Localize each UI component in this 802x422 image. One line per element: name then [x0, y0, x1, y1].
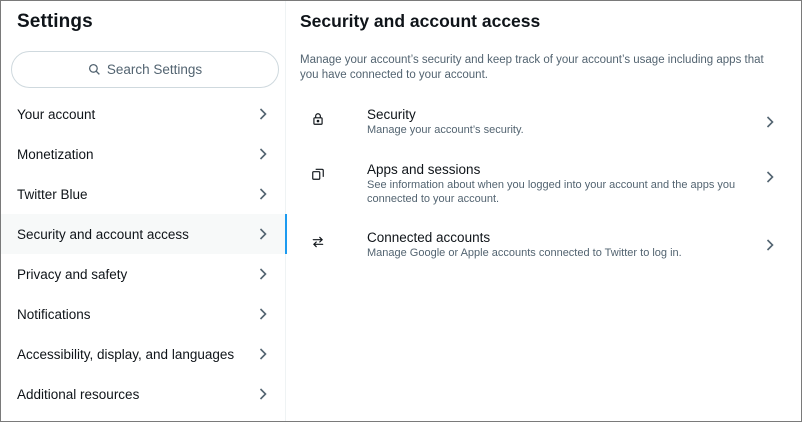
chevron-right-icon	[256, 387, 270, 401]
option-title: Connected accounts	[367, 230, 491, 245]
option-subtitle: Manage Google or Apple accounts connecte…	[367, 247, 682, 259]
settings-detail-panel: Security and account access Manage your …	[286, 1, 801, 421]
sidebar-item-label: Twitter Blue	[17, 186, 88, 202]
sidebar-item-label: Notifications	[17, 306, 91, 322]
search-icon	[88, 63, 100, 75]
chevron-right-icon	[766, 238, 774, 256]
option-title: Apps and sessions	[367, 162, 481, 177]
chevron-right-icon	[256, 307, 270, 321]
lock-icon	[300, 99, 336, 126]
search-settings-input[interactable]: Search Settings	[11, 51, 279, 88]
option-security[interactable]: Security Manage your account’s security.	[286, 99, 801, 151]
sidebar-item-your-account[interactable]: Your account	[1, 94, 286, 134]
chevron-right-icon	[256, 187, 270, 201]
chevron-right-icon	[256, 227, 270, 241]
sidebar-item-label: Accessibility, display, and languages	[17, 346, 235, 362]
page-title: Security and account access	[300, 11, 541, 31]
option-apps-and-sessions[interactable]: Apps and sessions See information about …	[286, 154, 801, 222]
sidebar-item-label: Additional resources	[17, 386, 140, 402]
sidebar-item-accessibility[interactable]: Accessibility, display, and languages	[1, 334, 286, 374]
option-connected-accounts[interactable]: Connected accounts Manage Google or Appl…	[286, 222, 801, 274]
apps-icon	[300, 154, 336, 181]
chevron-right-icon	[256, 107, 270, 121]
sidebar-item-monetization[interactable]: Monetization	[1, 134, 286, 174]
sidebar-item-label: Privacy and safety	[17, 266, 128, 282]
sidebar-item-additional-resources[interactable]: Additional resources	[1, 374, 286, 414]
chevron-right-icon	[766, 170, 774, 188]
option-subtitle: Manage your account’s security.	[367, 124, 524, 136]
sidebar-item-privacy-and-safety[interactable]: Privacy and safety	[1, 254, 286, 294]
chevron-right-icon	[256, 267, 270, 281]
page-description: Manage your account’s security and keep …	[300, 54, 764, 81]
settings-sidebar: Settings Search Settings Your account Mo…	[1, 1, 287, 421]
search-placeholder: Search Settings	[106, 62, 203, 77]
security-options-list: Security Manage your account’s security.…	[286, 99, 801, 274]
sidebar-item-security-and-account-access[interactable]: Security and account access	[1, 214, 287, 254]
settings-menu: Your account Monetization Twitter Blue S…	[1, 94, 287, 414]
sidebar-title: Settings	[17, 11, 93, 32]
option-title: Security	[367, 107, 416, 122]
settings-window: Settings Search Settings Your account Mo…	[0, 0, 802, 422]
option-subtitle: See information about when you logged in…	[367, 179, 736, 205]
sidebar-item-twitter-blue[interactable]: Twitter Blue	[1, 174, 286, 214]
sidebar-item-label: Monetization	[17, 146, 94, 162]
sidebar-item-label: Security and account access	[17, 226, 189, 242]
sidebar-item-label: Your account	[17, 106, 96, 122]
chevron-right-icon	[766, 115, 774, 133]
arrows-swap-icon	[300, 222, 336, 249]
chevron-right-icon	[256, 347, 270, 361]
chevron-right-icon	[256, 147, 270, 161]
sidebar-item-notifications[interactable]: Notifications	[1, 294, 286, 334]
